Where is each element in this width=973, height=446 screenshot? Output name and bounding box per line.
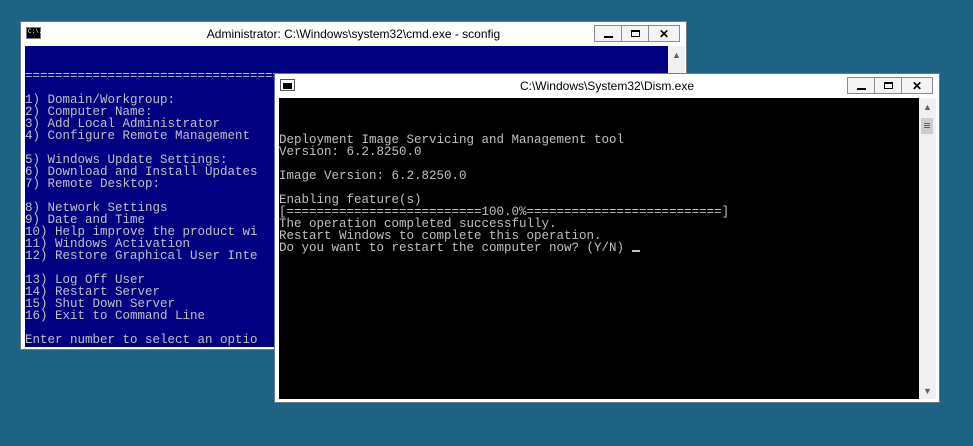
dism-console-output[interactable]: Deployment Image Servicing and Managemen… — [279, 98, 919, 399]
scroll-down-arrow-icon[interactable]: ▼ — [919, 382, 936, 399]
dism-titlebar[interactable]: C:\Windows\System32\Dism.exe ✕ — [275, 74, 939, 99]
dism-window-title: C:\Windows\System32\Dism.exe — [519, 79, 695, 93]
cmd-minimize-button[interactable] — [594, 25, 622, 42]
maximize-icon — [883, 82, 893, 89]
dism-line: Do you want to restart the computer now?… — [279, 242, 919, 254]
scroll-up-arrow-icon[interactable]: ▲ — [668, 46, 685, 63]
scroll-up-arrow-icon[interactable]: ▲ — [919, 98, 936, 115]
dism-console-lines: Deployment Image Servicing and Managemen… — [279, 122, 919, 255]
dism-line: Image Version: 6.2.8250.0 — [279, 169, 467, 183]
dism-minimize-button[interactable] — [847, 77, 875, 94]
close-icon: ✕ — [911, 78, 923, 93]
cmd-close-button[interactable]: ✕ — [648, 25, 680, 42]
cmd-window-title: Administrator: C:\Windows\system32\cmd.e… — [206, 27, 501, 41]
dism-window[interactable]: C:\Windows\System32\Dism.exe ✕ Deploymen… — [274, 73, 940, 403]
minimize-icon — [603, 35, 613, 38]
maximize-icon — [630, 30, 640, 37]
dism-line: Version: 6.2.8250.0 — [279, 145, 422, 159]
close-icon: ✕ — [658, 26, 670, 41]
scrollbar-thumb[interactable] — [921, 118, 933, 134]
dism-close-button[interactable]: ✕ — [901, 77, 933, 94]
text-cursor — [631, 250, 640, 252]
dism-maximize-button[interactable] — [874, 77, 902, 94]
cmd-titlebar[interactable]: C:\. Administrator: C:\Windows\system32\… — [21, 22, 686, 47]
dism-vertical-scrollbar[interactable]: ▲ ▼ — [919, 98, 936, 399]
minimize-icon — [856, 87, 866, 90]
cmd-maximize-button[interactable] — [621, 25, 649, 42]
